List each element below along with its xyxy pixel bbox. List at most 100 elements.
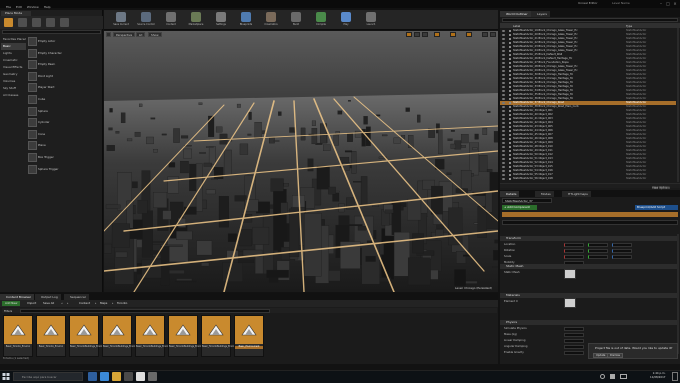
visibility-eye-icon[interactable] [502,166,505,168]
content-asset-tile[interactable]: Basic_TorontoBuildings_Environment_Cinem [135,315,184,357]
mode-category[interactable]: Visual Effects [1,64,26,71]
paint-mode-icon[interactable] [18,18,27,27]
scale-icon[interactable] [422,32,428,37]
content-asset-tile[interactable]: Basic_TorontoBuildings_Environment_v2 [102,315,147,357]
visibility-eye-icon[interactable] [502,86,505,88]
property-value-field[interactable] [564,350,584,355]
property-value-field[interactable] [564,242,584,247]
visibility-eye-icon[interactable] [502,66,505,68]
breadcrumb-toronto[interactable]: Toronto [114,301,130,306]
visibility-eye-icon[interactable] [502,98,505,100]
property-value-field[interactable] [612,248,632,253]
details-scrollbar[interactable] [677,234,679,354]
property-value-field[interactable] [564,338,584,343]
mode-category[interactable]: Cinematic [1,57,26,64]
visibility-eye-icon[interactable] [502,154,505,156]
property-value-field[interactable] [588,242,608,247]
visibility-eye-icon[interactable] [502,74,505,76]
breadcrumb-content[interactable]: Content [76,301,93,306]
visibility-eye-icon[interactable] [502,146,505,148]
component-root-row[interactable] [502,212,678,217]
lit-button[interactable]: Lit [136,32,146,37]
content-asset-tile[interactable]: Basic_Environment [234,315,264,357]
translate-icon[interactable] [406,32,412,37]
property-value-field[interactable] [564,298,576,308]
rotate-icon[interactable] [414,32,420,37]
column-type[interactable]: Type [626,24,632,28]
content-asset-tile[interactable]: Basic_TorontoBuildings_Environment_Autom… [201,315,253,357]
perspective-button[interactable]: Perspective [113,32,136,37]
visibility-eye-icon[interactable] [502,90,505,92]
visibility-eye-icon[interactable] [502,106,505,108]
volume-icon[interactable] [610,374,615,379]
tab-layers[interactable]: Layers [531,11,551,17]
rotation-snap-icon[interactable] [450,32,456,37]
filters-button[interactable]: Filters [4,309,12,313]
place-item[interactable]: Point Light [28,71,98,82]
visibility-eye-icon[interactable] [502,170,505,172]
place-item[interactable]: Empty Pawn [28,59,98,70]
visibility-eye-icon[interactable] [502,54,505,56]
property-value-field[interactable] [588,254,608,259]
actor-name-field[interactable]: StaticMeshActor_37 [502,198,552,203]
toolbar-button[interactable]: Marketplace [187,11,205,29]
toolbar-button[interactable]: Blueprints [237,11,255,29]
maximize-icon[interactable]: □ [665,1,671,6]
visibility-eye-icon[interactable] [502,110,505,112]
foliage-mode-icon[interactable] [46,18,55,27]
property-value-field[interactable] [588,248,608,253]
visibility-eye-icon[interactable] [502,162,505,164]
keyboard-icon[interactable] [620,374,627,379]
visibility-eye-icon[interactable] [502,138,505,140]
details-section-header[interactable]: Physics [500,320,678,325]
visibility-eye-icon[interactable] [502,130,505,132]
visibility-eye-icon[interactable] [502,118,505,120]
content-asset-tile[interactable]: Basic_TorontoBuildings_Environment_v2 [69,315,114,357]
outliner-row[interactable]: StaticMeshActor_56 Object_018 StaticMeshA… [500,177,676,181]
taskbar-clock[interactable]: 1:44 p.m. 11/08/2017 [650,371,666,379]
visibility-eye-icon[interactable] [502,46,505,48]
dismiss-button[interactable]: Dismiss [607,353,624,358]
visibility-eye-icon[interactable] [502,142,505,144]
visibility-eye-icon[interactable] [502,150,505,152]
visibility-eye-icon[interactable] [502,158,505,160]
property-value-field[interactable] [612,242,632,247]
property-value-field[interactable] [564,326,584,331]
file-explorer-icon[interactable] [112,372,121,381]
maximize-viewport-icon[interactable] [490,32,496,37]
property-value-field[interactable] [612,254,632,259]
toolbar-button[interactable]: Build [287,11,305,29]
minimize-icon[interactable]: – [658,1,664,6]
property-value-field[interactable] [564,254,584,259]
toolbar-button[interactable]: Source Control [137,11,155,29]
scale-snap-icon[interactable] [466,32,472,37]
modes-search-input[interactable] [2,30,101,34]
details-section-header[interactable]: Transform [500,236,678,241]
place-item[interactable]: Sphere [28,106,98,117]
visibility-eye-icon[interactable] [502,38,505,40]
content-asset-tile[interactable]: Basic_TorontoBuildings_Environment_v2 [168,315,213,357]
visibility-eye-icon[interactable] [502,174,505,176]
toolbar-button[interactable]: Launch [362,11,380,29]
tab-world-outliner[interactable]: World Outliner [500,11,532,17]
windows-start-icon[interactable] [2,372,10,381]
tab-details[interactable]: Details [500,191,521,197]
place-item[interactable]: Cone [28,129,98,140]
geometry-mode-icon[interactable] [60,18,69,27]
visibility-eye-icon[interactable] [502,42,505,44]
place-item[interactable]: Player Start [28,82,98,93]
visibility-eye-icon[interactable] [502,78,505,80]
taskbar-search-input[interactable]: Escribe aquí para buscar [13,372,83,381]
content-asset-tile[interactable]: Basic_Toronto_Environ [36,315,66,357]
visibility-eye-icon[interactable] [502,178,505,180]
blueprint-add-script-button[interactable]: Blueprint/Add Script [635,205,678,210]
level-viewport[interactable] [104,31,498,292]
visibility-eye-icon[interactable] [502,102,505,104]
save-all-button[interactable]: Save All [40,301,57,306]
toolbar-button[interactable]: Settings [212,11,230,29]
toolbar-button[interactable]: Save Current [112,11,130,29]
add-component-button[interactable]: + Add Component [502,205,537,210]
details-view-options[interactable]: View Options [652,186,670,190]
outliner-scrollbar[interactable] [677,28,679,182]
nav-forward-icon[interactable]: ▸ [64,301,71,306]
